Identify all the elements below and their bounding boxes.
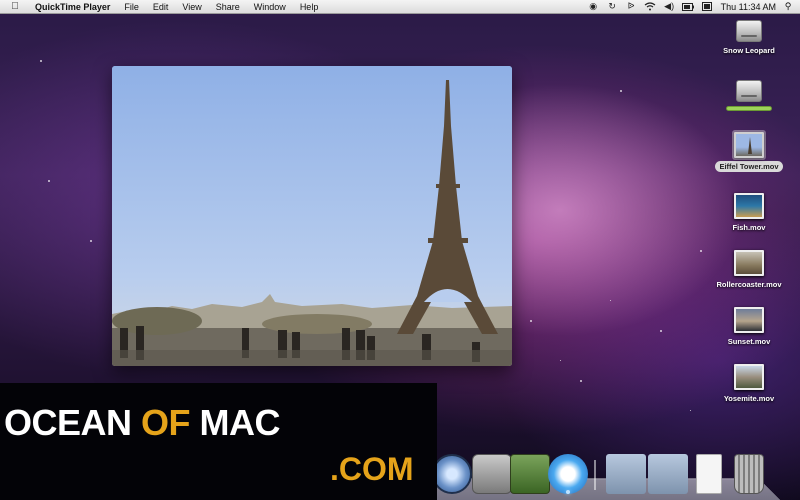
dock-documents-folder-icon[interactable] (648, 454, 688, 494)
eiffel-tower-video-frame (112, 66, 512, 366)
status-area: ◉ ↻ ᐉ ◀) Thu 11:34 AM ⚲ (584, 1, 800, 12)
apple-icon[interactable]:  (8, 1, 22, 12)
battery-icon[interactable] (682, 2, 695, 12)
rename-field[interactable] (726, 106, 772, 111)
movie-file-icon (734, 250, 764, 276)
menu-edit[interactable]: Edit (146, 0, 176, 14)
desktop-icon-yosemite[interactable]: Yosemite.mov (704, 364, 794, 404)
running-indicator (566, 490, 570, 494)
desktop-icon-fish[interactable]: Fish.mov (704, 193, 794, 233)
movie-window[interactable] (112, 66, 512, 366)
watermark-logo-text: OCEAN OF MAC (4, 402, 281, 443)
movie-file-icon (732, 130, 766, 160)
desktop-icon-label: Yosemite.mov (723, 394, 775, 403)
desktop-icon-rollercoaster[interactable]: Rollercoaster.mov (704, 250, 794, 290)
recording-icon[interactable]: ◉ (587, 1, 600, 12)
watermark-logo-domain: .COM (330, 451, 414, 487)
desktop-icon-label: Eiffel Tower.mov (715, 161, 783, 172)
desktop-icon-drive-renaming[interactable] (704, 80, 794, 111)
dock-applications-folder-icon[interactable] (606, 454, 646, 494)
menu-window[interactable]: Window (247, 0, 293, 14)
desktop-icon-label: Rollercoaster.mov (716, 280, 782, 289)
menu-bar:  QuickTime Player File Edit View Share … (0, 0, 800, 14)
desktop-icon-eiffel-tower[interactable]: Eiffel Tower.mov (704, 130, 794, 172)
menu-app-name[interactable]: QuickTime Player (28, 0, 117, 14)
movie-file-icon (734, 193, 764, 219)
menu-help[interactable]: Help (293, 0, 326, 14)
desktop-icon-label: Fish.mov (732, 223, 766, 232)
wifi-icon[interactable] (644, 2, 657, 12)
time-machine-icon[interactable]: ↻ (606, 1, 619, 12)
desktop-icon-label: Snow Leopard (723, 46, 775, 55)
desktop-icon-label: Sunset.mov (727, 337, 771, 346)
hard-drive-icon (736, 20, 762, 42)
bluetooth-icon[interactable]: ᐉ (625, 1, 638, 12)
volume-icon[interactable]: ◀) (663, 1, 676, 12)
hard-drive-icon (736, 80, 762, 102)
dock-divider (594, 460, 596, 490)
desktop-icon-snow-leopard[interactable]: Snow Leopard (704, 20, 794, 56)
dock-quicktime-icon[interactable] (548, 454, 588, 494)
movie-file-icon (734, 364, 764, 390)
desktop-icon-sunset[interactable]: Sunset.mov (704, 307, 794, 347)
menu-share[interactable]: Share (209, 0, 247, 14)
dock-time-machine-icon[interactable] (432, 454, 472, 494)
menu-file[interactable]: File (117, 0, 146, 14)
spotlight-icon[interactable]: ⚲ (782, 1, 794, 12)
dock-system-preferences-icon[interactable] (472, 454, 512, 494)
dock-file-icon[interactable] (696, 454, 722, 494)
dock-activity-monitor-icon[interactable] (510, 454, 550, 494)
dock-trash-icon[interactable] (734, 454, 764, 494)
menu-view[interactable]: View (175, 0, 208, 14)
menu-clock[interactable]: Thu 11:34 AM (721, 2, 776, 12)
movie-file-icon (734, 307, 764, 333)
input-menu-icon[interactable] (701, 2, 714, 12)
